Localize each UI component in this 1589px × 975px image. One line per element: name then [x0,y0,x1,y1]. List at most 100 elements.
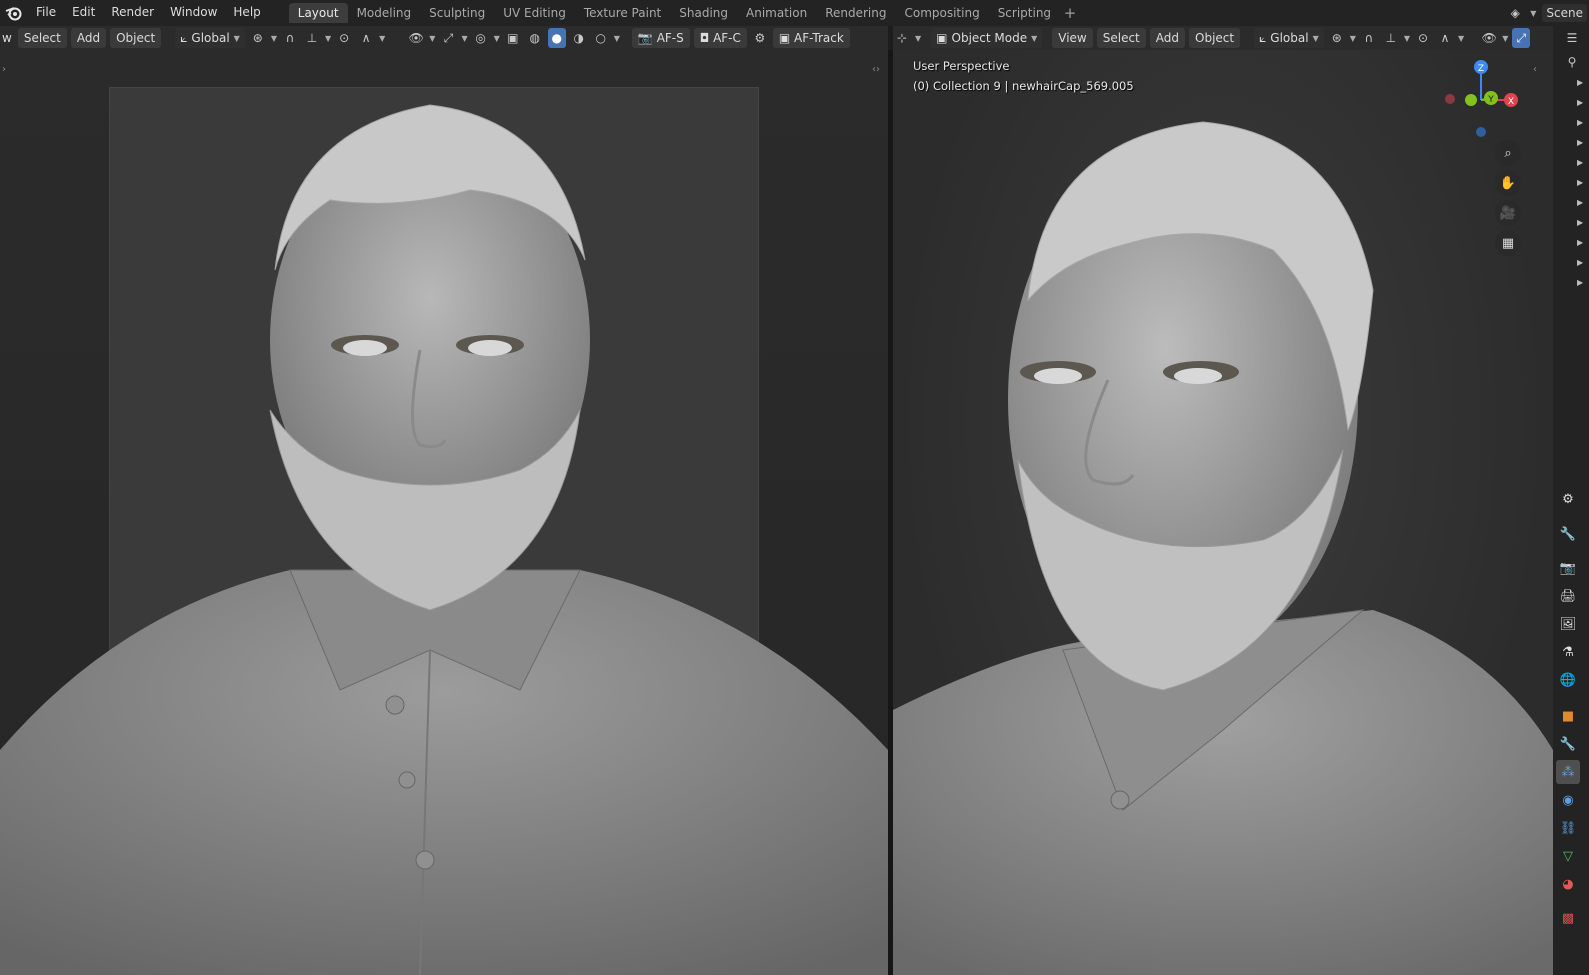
camera-view-icon[interactable]: 🎥 [1495,200,1521,226]
pivot-point-icon[interactable]: ⊛ [1328,28,1346,48]
tab-modeling[interactable]: Modeling [348,3,421,23]
chevron-down-icon[interactable]: ▼ [379,34,385,43]
tab-sculpting[interactable]: Sculpting [420,3,494,23]
particle-properties-icon[interactable]: ⁂ [1556,760,1580,784]
outliner-expand-icon[interactable]: ▶ [1577,78,1583,87]
chevron-down-icon[interactable]: ▼ [1502,34,1508,43]
outliner-expand-icon[interactable]: ▶ [1577,238,1583,247]
tool-properties-icon[interactable]: 🔧 [1556,522,1580,546]
wireframe-shading-icon[interactable]: ◍ [526,28,544,48]
outliner-expand-icon[interactable]: ▶ [1577,258,1583,267]
chevron-down-icon[interactable]: ▼ [325,34,331,43]
chevron-down-icon[interactable]: ▼ [429,34,435,43]
pan-hand-icon[interactable]: ✋ [1495,170,1521,196]
gizmo-toggle-icon[interactable]: ⤢ [1512,28,1531,48]
outliner-expand-icon[interactable]: ▶ [1577,198,1583,207]
ortho-grid-icon[interactable]: ▦ [1495,230,1521,256]
chevron-down-icon[interactable]: ▼ [1404,34,1410,43]
output-properties-icon[interactable]: 🖨 [1556,584,1580,608]
right-3d-viewport[interactable]: User Perspective (0) Collection 9 | newh… [893,50,1553,975]
proportional-edit-icon[interactable]: ⊙ [1414,28,1432,48]
chevron-down-icon[interactable]: ▼ [494,34,500,43]
right-object-menu[interactable]: Object [1189,28,1241,48]
xray-toggle-icon[interactable]: ▣ [504,28,522,48]
snap-increment-icon[interactable]: ⊥ [303,28,321,48]
neg-z-axis-icon[interactable] [1476,127,1486,137]
menu-window[interactable]: Window [162,0,225,26]
menu-render[interactable]: Render [103,0,162,26]
tab-rendering[interactable]: Rendering [816,3,895,23]
outliner-editor-icon[interactable]: ☰ [1563,28,1581,48]
left-object-menu[interactable]: Object [110,28,162,48]
tab-shading[interactable]: Shading [670,3,737,23]
pivot-point-icon[interactable]: ⊛ [249,28,267,48]
sidebar-collapse-arrows-icon[interactable]: ‹› [872,64,880,75]
outliner-expand-icon[interactable]: ▶ [1577,158,1583,167]
sidebar-expand-arrow-icon[interactable]: ‹ [1533,64,1537,75]
falloff-curve-icon[interactable]: ∧ [1436,28,1454,48]
chevron-down-icon[interactable]: ▼ [461,34,467,43]
right-select-menu[interactable]: Select [1096,28,1146,48]
right-orientation-dropdown[interactable]: ⟀ Global ▼ [1254,28,1324,48]
visibility-eye-icon[interactable]: 👁 [407,28,425,48]
outliner-expand-icon[interactable]: ▶ [1577,218,1583,227]
gizmo-toggle-icon[interactable]: ⤢ [439,28,457,48]
navigation-gizmo[interactable]: Z X Y [1438,55,1538,140]
properties-editor-icon[interactable]: ⚙ [1556,487,1580,511]
scene-browse-icon[interactable]: ◈ [1506,3,1524,23]
menu-edit[interactable]: Edit [64,0,103,26]
neg-y-axis-icon[interactable] [1465,94,1477,106]
view-layer-properties-icon[interactable]: 🖼 [1556,612,1580,636]
snap-magnet-icon[interactable]: ∩ [1360,28,1378,48]
view-menu-partial[interactable]: w [0,28,14,48]
outliner-filter-icon[interactable]: ⚲ [1563,52,1581,72]
modifier-properties-icon[interactable]: 🔧 [1556,732,1580,756]
visibility-eye-icon[interactable]: 👁 [1480,28,1498,48]
outliner-expand-icon[interactable]: ▶ [1577,278,1583,287]
chevron-down-icon[interactable]: ▼ [614,34,620,43]
tab-uv-editing[interactable]: UV Editing [494,3,575,23]
constraint-properties-icon[interactable]: ⛓ [1556,816,1580,840]
outliner-expand-icon[interactable]: ▶ [1577,178,1583,187]
left-select-menu[interactable]: Select [17,28,67,48]
menu-file[interactable]: File [28,0,64,26]
tab-animation[interactable]: Animation [737,3,816,23]
tab-scripting[interactable]: Scripting [989,3,1060,23]
proportional-edit-icon[interactable]: ⊙ [335,28,353,48]
editor-type-icon[interactable]: ⊹ [893,28,911,48]
left-add-menu[interactable]: Add [70,28,107,48]
tab-compositing[interactable]: Compositing [895,3,988,23]
world-properties-icon[interactable]: 🌐 [1556,668,1580,692]
data-properties-icon[interactable]: ▽ [1556,844,1580,868]
chevron-down-icon[interactable]: ▼ [1458,34,1464,43]
falloff-curve-icon[interactable]: ∧ [357,28,375,48]
zoom-icon[interactable]: ⌕ [1495,140,1521,166]
scene-name-field[interactable]: Scene [1542,4,1587,22]
left-orientation-dropdown[interactable]: ⟀ Global ▼ [175,28,245,48]
outliner-expand-icon[interactable]: ▶ [1577,98,1583,107]
add-workspace-icon[interactable]: + [1060,4,1080,22]
material-shading-icon[interactable]: ◑ [570,28,588,48]
menu-help[interactable]: Help [225,0,268,26]
solid-shading-icon[interactable]: ● [547,28,566,48]
chevron-down-icon[interactable]: ▼ [1350,34,1356,43]
neg-x-axis-icon[interactable] [1445,94,1455,104]
mode-dropdown[interactable]: ▣ Object Mode ▼ [931,28,1043,48]
af-c-button[interactable]: ◘ AF-C [693,28,747,48]
af-settings-icon[interactable]: ⚙ [751,28,769,48]
af-track-button[interactable]: ▣ AF-Track [772,28,850,48]
outliner-expand-icon[interactable]: ▶ [1577,138,1583,147]
object-properties-icon[interactable]: ■ [1556,704,1580,728]
scene-properties-icon[interactable]: ⚗ [1556,640,1580,664]
right-view-menu[interactable]: View [1052,28,1093,48]
chevron-down-icon[interactable]: ▼ [271,34,277,43]
physics-properties-icon[interactable]: ◉ [1556,788,1580,812]
material-properties-icon[interactable]: ◕ [1556,872,1580,896]
left-3d-viewport[interactable]: › ‹› [0,50,888,975]
overlays-icon[interactable]: ◎ [472,28,490,48]
blender-logo-icon[interactable] [0,0,28,26]
af-s-button[interactable]: 📷 AF-S [631,28,690,48]
snap-magnet-icon[interactable]: ∩ [281,28,299,48]
chevron-down-icon[interactable]: ▼ [1530,9,1536,18]
outliner-expand-icon[interactable]: ▶ [1577,118,1583,127]
